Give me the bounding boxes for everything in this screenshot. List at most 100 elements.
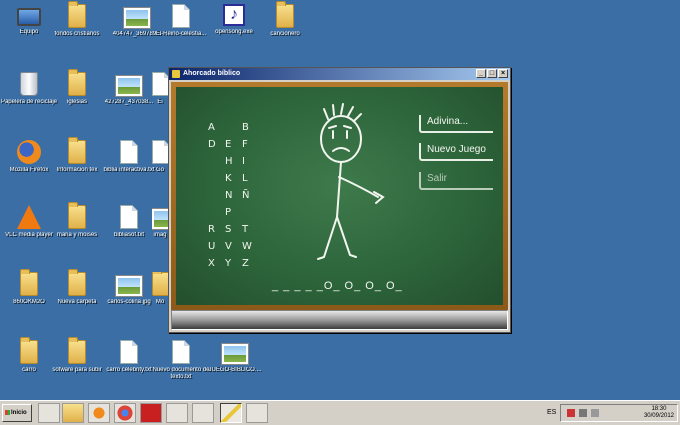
letter-x[interactable]: X: [208, 258, 215, 269]
document-icon: [172, 340, 190, 364]
chalk-surface: A B D E F H I K L N Ñ P R S T U V W X Y …: [176, 87, 503, 305]
exit-button[interactable]: Salir: [419, 172, 493, 190]
hangman-figure: [317, 103, 385, 260]
pencil-icon: [172, 70, 180, 78]
desktop-icon-image-427287[interactable]: 427287_437038...: [100, 72, 158, 106]
letter-w[interactable]: W: [242, 241, 252, 252]
tools-icon[interactable]: [192, 403, 214, 423]
volume-icon[interactable]: [591, 409, 599, 417]
desktop-icon-nuevo-documento[interactable]: Nuevo documento de texto.txt: [152, 340, 210, 381]
folder-icon: [20, 269, 38, 296]
icon-label: Ei: [157, 99, 163, 105]
filezilla-icon[interactable]: [140, 403, 162, 423]
folder-icon: [276, 1, 294, 28]
network-tool-icon[interactable]: [246, 403, 268, 423]
desktop-icon-juego-biblico[interactable]: JUEGO-BIBLICO....: [206, 340, 264, 374]
letter-t[interactable]: T: [242, 224, 248, 235]
letter-u[interactable]: U: [208, 241, 215, 252]
letter-v[interactable]: V: [225, 241, 232, 252]
letter-p[interactable]: P: [225, 207, 231, 218]
desktop-icon-sofware[interactable]: sofware para subir: [48, 337, 106, 374]
desktop-icon-carlos-colina[interactable]: carlos-colina.jpg: [100, 272, 158, 306]
icon-label: Mo: [155, 299, 165, 305]
icon-label: opensong.exe: [215, 29, 253, 35]
language-indicator[interactable]: ES: [547, 409, 556, 416]
desktop-icon-carro-celebrity[interactable]: carro celebrity.txt: [100, 340, 158, 374]
icon-label: iglesias: [66, 99, 87, 105]
folder-icon: [152, 272, 168, 296]
desktop-icon-partial-mo[interactable]: Mo: [152, 272, 168, 306]
game-window: Ahorcado bíblico _ □ × A B D E F H I K L…: [168, 67, 511, 333]
desktop-icon-partial-g[interactable]: Go: [152, 140, 168, 174]
start-button[interactable]: Inicio: [2, 404, 32, 422]
window-title: Ahorcado bíblico: [183, 70, 241, 77]
icon-label: imag: [153, 232, 167, 238]
new-game-button[interactable]: Nuevo Juego: [419, 143, 493, 161]
taskbar-hangman-app[interactable]: [220, 403, 242, 423]
document-icon: [120, 140, 138, 164]
letter-h[interactable]: H: [225, 156, 233, 167]
gimp-icon[interactable]: [166, 403, 188, 423]
desktop-icon-bibliasof[interactable]: bibliasof.txt: [100, 205, 158, 239]
desktop-icon-informacion[interactable]: Informacion tex: [48, 137, 106, 174]
firefox-icon: [17, 140, 41, 164]
clock-time: 18:30: [651, 406, 667, 412]
desktop-icon-partial-e[interactable]: Ei: [152, 72, 168, 106]
clock[interactable]: 18:30 30/09/2012: [644, 406, 674, 420]
letter-l[interactable]: L: [242, 173, 248, 184]
icon-label: Go: [155, 167, 164, 173]
desktop-icon-maria-moises[interactable]: maria y moises: [48, 202, 106, 239]
close-button[interactable]: ×: [498, 69, 508, 78]
maximize-button[interactable]: □: [487, 69, 497, 78]
icon-label: maria y moises: [56, 232, 98, 238]
icon-label: sofware para subir: [52, 367, 102, 373]
desktop-icon-iglesias[interactable]: iglesias: [48, 69, 106, 106]
letter-r[interactable]: R: [208, 224, 215, 235]
letter-s[interactable]: S: [225, 224, 231, 235]
icon-label: Nuevo documento de texto.txt: [152, 367, 210, 380]
letter-i[interactable]: I: [242, 156, 245, 167]
clock-date: 30/09/2012: [643, 413, 674, 419]
chrome-icon[interactable]: [114, 403, 136, 423]
window-titlebar[interactable]: Ahorcado bíblico _ □ ×: [169, 68, 510, 80]
letter-f[interactable]: F: [242, 139, 248, 150]
desktop-icon-partial-imag[interactable]: imag: [152, 205, 168, 239]
letter-a[interactable]: A: [208, 122, 215, 133]
desktop-icon-opensong[interactable]: ♪ opensong.exe: [205, 4, 263, 36]
icon-label: carro celebrity.txt: [106, 367, 152, 373]
image-file-icon: [116, 276, 142, 296]
desktop-icon-nueva-carpeta[interactable]: Nueva carpeta: [48, 269, 106, 306]
letter-enye[interactable]: Ñ: [242, 190, 249, 201]
icon-label: biblia interactiva.txt: [103, 167, 155, 173]
guess-button[interactable]: Adivina...: [419, 115, 493, 133]
letter-e[interactable]: E: [225, 139, 231, 150]
letter-n[interactable]: N: [225, 190, 232, 201]
letter-y[interactable]: Y: [225, 258, 231, 269]
minimize-button[interactable]: _: [476, 69, 486, 78]
flag-icon[interactable]: [567, 409, 575, 417]
ie-icon[interactable]: [38, 403, 60, 423]
letter-d[interactable]: D: [208, 139, 216, 150]
folder-icon: [68, 202, 86, 229]
explorer-icon[interactable]: [62, 403, 84, 423]
letter-b[interactable]: B: [242, 122, 249, 133]
letter-k[interactable]: K: [225, 173, 232, 184]
folder-icon: [68, 269, 86, 296]
system-tray: ES 18:30 30/09/2012: [547, 404, 678, 422]
media-player-icon[interactable]: [88, 403, 110, 423]
desktop-icon-cancionero[interactable]: cancionero: [256, 1, 314, 38]
icon-label: bibliasof.txt: [113, 232, 144, 238]
folder-icon: [68, 337, 86, 364]
hidden-word: _ _ _ _ _O_ O_ O_ O_: [272, 280, 403, 292]
folder-icon: [20, 337, 38, 364]
desktop-icon-fondos[interactable]: fondos cristianos: [48, 1, 106, 38]
desktop-icon-reino[interactable]: El-Reino-celestia...: [152, 4, 210, 38]
desktop-icon-biblia-interactiva[interactable]: biblia interactiva.txt: [100, 140, 158, 174]
network-icon[interactable]: [579, 409, 587, 417]
letter-z[interactable]: Z: [242, 258, 249, 269]
icon-label: JUEGO-BIBLICO....: [208, 367, 262, 373]
icon-label: cancionero: [270, 31, 300, 37]
recycle-bin-icon: [20, 72, 38, 96]
icon-label: carlos-colina.jpg: [107, 299, 151, 305]
image-file-icon: [222, 344, 248, 364]
